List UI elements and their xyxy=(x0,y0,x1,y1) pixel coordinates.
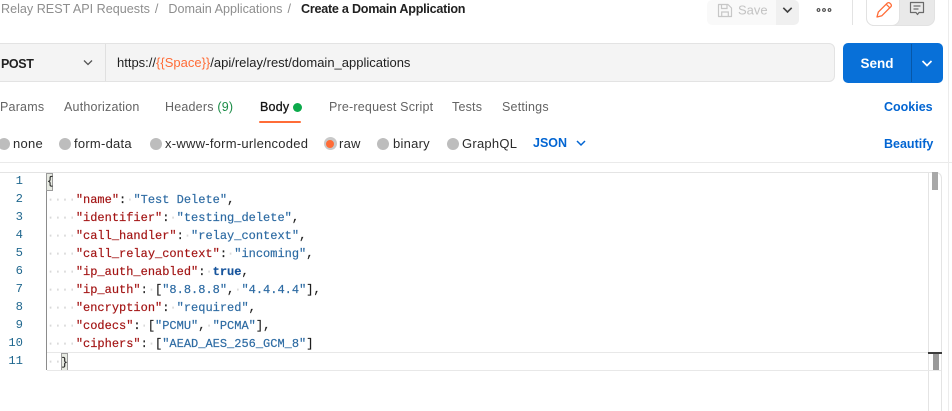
svg-text:Save: Save xyxy=(738,3,768,18)
